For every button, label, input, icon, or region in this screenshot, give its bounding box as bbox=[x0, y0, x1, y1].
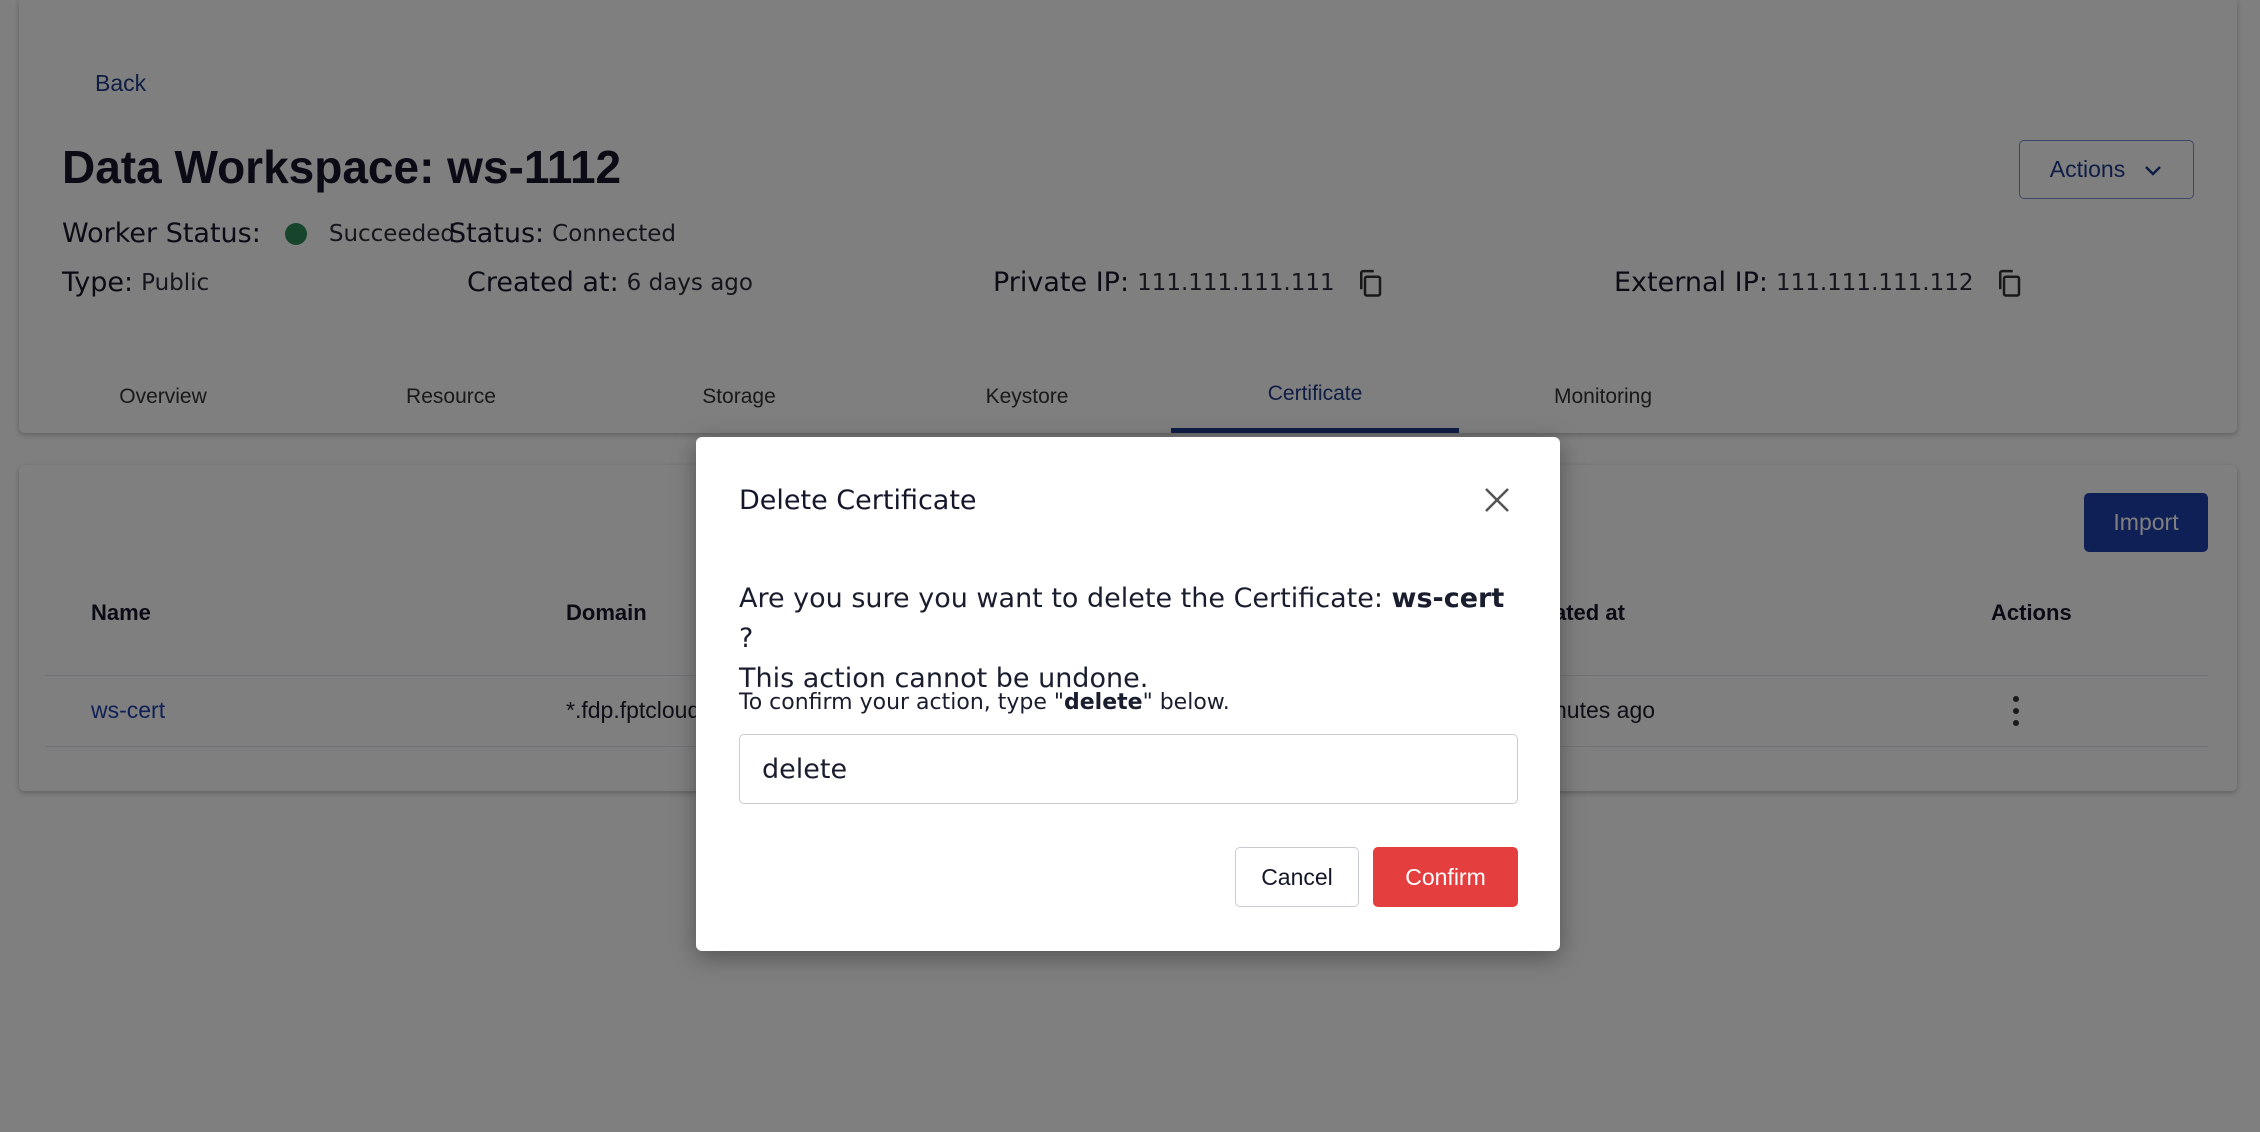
confirm-button[interactable]: Confirm bbox=[1373, 847, 1518, 907]
dialog-message: Are you sure you want to delete the Cert… bbox=[739, 579, 1519, 699]
message-suffix: ? bbox=[739, 623, 754, 654]
delete-certificate-dialog: Delete Certificate Are you sure you want… bbox=[696, 437, 1560, 951]
message-prefix: Are you sure you want to delete the Cert… bbox=[739, 583, 1392, 614]
confirm-hint: To confirm your action, type "delete" be… bbox=[739, 690, 1230, 715]
hint-suffix: " below. bbox=[1142, 690, 1230, 715]
close-icon[interactable] bbox=[1482, 485, 1512, 515]
hint-keyword: delete bbox=[1064, 690, 1143, 715]
cancel-button[interactable]: Cancel bbox=[1235, 847, 1359, 907]
hint-prefix: To confirm your action, type " bbox=[739, 690, 1065, 715]
dialog-title: Delete Certificate bbox=[739, 485, 977, 516]
confirm-text-input[interactable] bbox=[739, 734, 1518, 804]
certificate-name: ws-cert bbox=[1391, 583, 1505, 614]
